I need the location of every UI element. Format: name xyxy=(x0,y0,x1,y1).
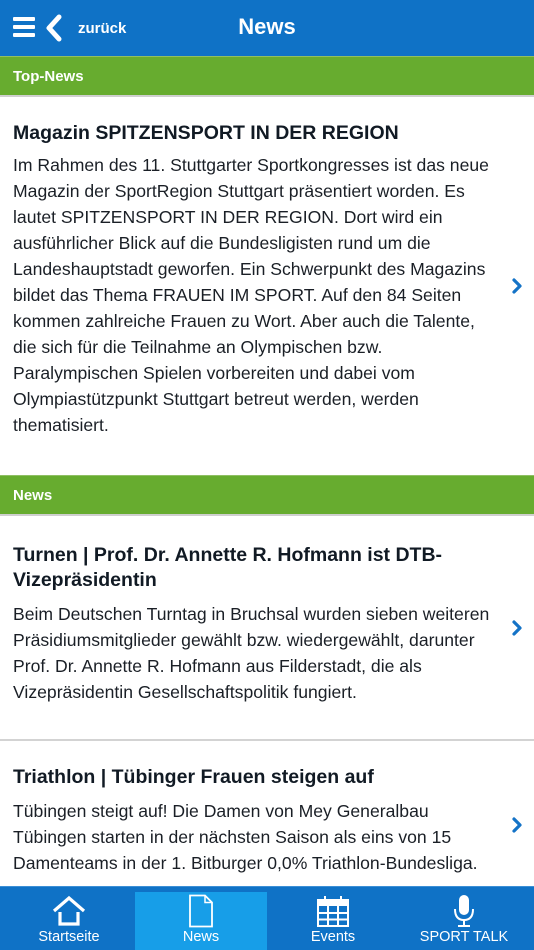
news-list-item[interactable]: Triathlon | Tübinger Frauen steigen auf … xyxy=(0,765,534,885)
hamburger-menu-icon[interactable] xyxy=(13,17,35,39)
chevron-right-icon xyxy=(512,620,522,636)
section-header-top-news: Top-News xyxy=(0,56,534,97)
article-teaser: Beim Deutschen Turntag in Bruchsal wurde… xyxy=(13,604,490,702)
article-title: Magazin SPITZENSPORT IN DER REGION xyxy=(13,122,399,144)
tab-label: Startseite xyxy=(38,929,100,945)
calendar-icon xyxy=(317,896,349,927)
tab-news[interactable]: News xyxy=(135,892,267,950)
tab-sport-talk[interactable]: SPORT TALK xyxy=(398,892,530,950)
chevron-right-icon xyxy=(512,278,522,294)
tab-label: SPORT TALK xyxy=(419,929,509,945)
top-navigation-bar: zurück News xyxy=(0,0,534,56)
tab-label: News xyxy=(182,929,220,945)
section-header-news: News xyxy=(0,475,534,516)
document-icon xyxy=(189,894,213,928)
bottom-tab-bar: Startseite News Events SPORT TALK xyxy=(0,886,534,950)
back-label: zurück xyxy=(78,19,127,37)
tab-events[interactable]: Events xyxy=(267,892,399,950)
article-title: Turnen | Prof. Dr. Annette R. Hofmann is… xyxy=(13,544,443,591)
chevron-left-icon xyxy=(46,14,62,42)
top-news-item[interactable]: Magazin SPITZENSPORT IN DER REGION Im Ra… xyxy=(0,121,534,461)
tab-label: Events xyxy=(310,929,356,945)
article-title: Triathlon | Tübinger Frauen steigen auf xyxy=(13,766,374,788)
tab-startseite[interactable]: Startseite xyxy=(3,892,135,950)
article-teaser: Im Rahmen des 11. Stuttgarter Sportkongr… xyxy=(13,155,489,435)
back-button[interactable]: zurück xyxy=(44,12,126,44)
home-icon xyxy=(52,895,86,926)
chevron-right-icon xyxy=(512,817,522,833)
news-list-item[interactable]: Turnen | Prof. Dr. Annette R. Hofmann is… xyxy=(0,543,534,741)
article-teaser: Tübingen steigt auf! Die Damen von Mey G… xyxy=(13,801,478,873)
list-divider xyxy=(0,739,534,741)
microphone-icon xyxy=(454,895,474,927)
